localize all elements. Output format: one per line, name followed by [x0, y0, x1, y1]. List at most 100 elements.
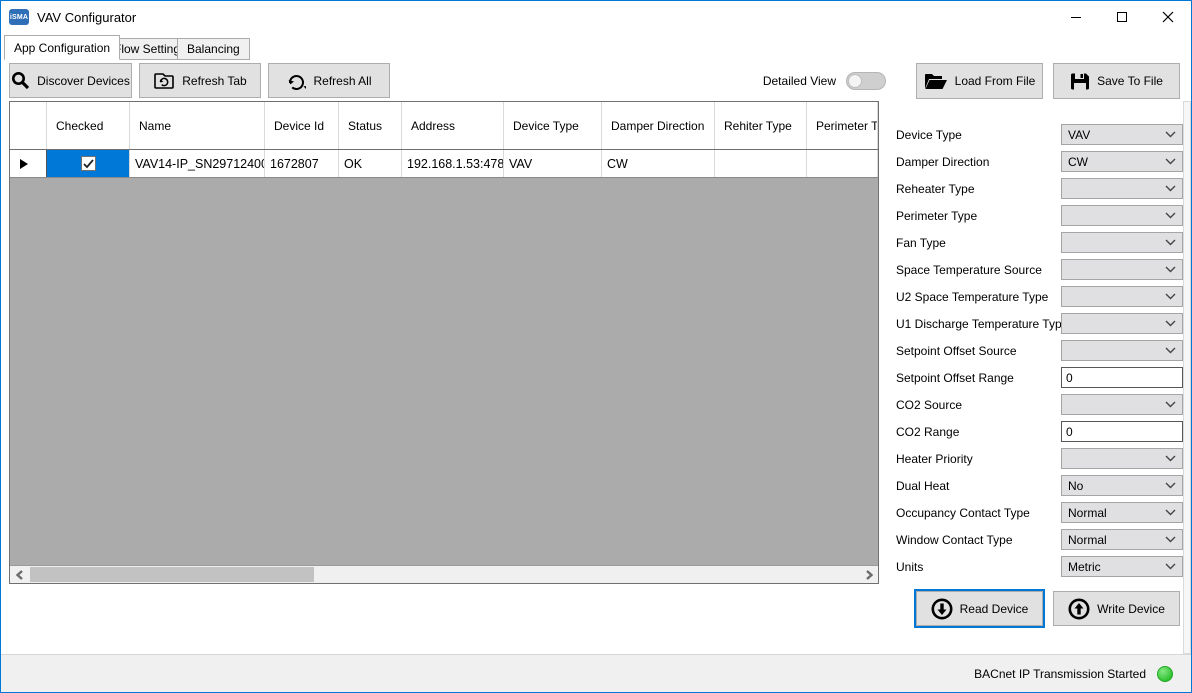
grid-header-checked[interactable]: Checked: [47, 102, 130, 149]
dropdown-value: Normal: [1068, 506, 1107, 520]
write-device-button[interactable]: Write Device: [1053, 591, 1180, 626]
chevron-down-icon: [1165, 266, 1176, 273]
form-row: Setpoint Offset Source: [888, 337, 1183, 364]
address-cell[interactable]: 192.168.1.53:47808: [402, 150, 504, 177]
units-dropdown[interactable]: Metric: [1061, 556, 1183, 577]
open-folder-icon: [924, 72, 948, 91]
chevron-down-icon: [1165, 347, 1176, 354]
field-label: U1 Discharge Temperature Type: [888, 317, 1061, 331]
chevron-down-icon: [1165, 455, 1176, 462]
load-from-file-button[interactable]: Load From File: [916, 63, 1043, 99]
chevron-down-icon: [1165, 482, 1176, 489]
perimeter-type-dropdown[interactable]: [1061, 205, 1183, 226]
damper-direction-dropdown[interactable]: CW: [1061, 151, 1183, 172]
field-label: Perimeter Type: [888, 209, 1061, 223]
grid-empty-area: [10, 178, 878, 565]
refresh-tab-button[interactable]: Refresh Tab: [139, 63, 261, 98]
occupancy-contact-type-dropdown[interactable]: Normal: [1061, 502, 1183, 523]
grid-header-name[interactable]: Name: [130, 102, 265, 149]
grid-header-address[interactable]: Address: [402, 102, 504, 149]
dropdown-value: VAV: [1068, 128, 1090, 142]
scrollbar-thumb[interactable]: [30, 567, 314, 582]
reheater-type-dropdown[interactable]: [1061, 178, 1183, 199]
dropdown-value: Metric: [1068, 560, 1101, 574]
minimize-icon: [1070, 11, 1082, 23]
download-circle-icon: [931, 598, 953, 620]
damper-direction-cell[interactable]: CW: [602, 150, 715, 177]
device-id-cell[interactable]: 1672807: [265, 150, 339, 177]
button-label: Load From File: [955, 74, 1036, 88]
grid-header-device-type[interactable]: Device Type: [504, 102, 602, 149]
panel-vertical-scrollbar[interactable]: [1183, 101, 1191, 654]
setpoint-offset-range-input[interactable]: [1061, 367, 1183, 388]
minimize-button[interactable]: [1053, 1, 1099, 33]
save-icon: [1070, 72, 1090, 91]
connection-status-indicator-icon: [1157, 666, 1173, 682]
field-label: CO2 Source: [888, 398, 1061, 412]
form-row: U2 Space Temperature Type: [888, 283, 1183, 310]
maximize-button[interactable]: [1099, 1, 1145, 33]
field-label: U2 Space Temperature Type: [888, 290, 1061, 304]
search-icon: [11, 71, 30, 90]
form-row: Window Contact Type Normal: [888, 526, 1183, 553]
name-cell[interactable]: VAV14-IP_SN2971240039: [130, 150, 265, 177]
chevron-down-icon: [1165, 536, 1176, 543]
save-to-file-button[interactable]: Save To File: [1053, 63, 1180, 99]
field-label: Occupancy Contact Type: [888, 506, 1061, 520]
tab-app-configuration[interactable]: App Configuration: [4, 35, 120, 60]
u2-space-temperature-type-dropdown[interactable]: [1061, 286, 1183, 307]
window-contact-type-dropdown[interactable]: Normal: [1061, 529, 1183, 550]
u1-discharge-temperature-type-dropdown[interactable]: [1061, 313, 1183, 334]
chevron-down-icon: [1165, 563, 1176, 570]
dropdown-value: Normal: [1068, 533, 1107, 547]
chevron-down-icon: [1165, 158, 1176, 165]
current-row-arrow-icon: [20, 159, 28, 169]
co2-range-input[interactable]: [1061, 421, 1183, 442]
row-checkbox[interactable]: [81, 156, 96, 171]
dual-heat-dropdown[interactable]: No: [1061, 475, 1183, 496]
checkmark-icon: [83, 159, 94, 169]
field-label: Dual Heat: [888, 479, 1061, 493]
refresh-all-icon: [286, 71, 306, 91]
device-type-cell[interactable]: VAV: [504, 150, 602, 177]
field-label: Setpoint Offset Range: [888, 371, 1061, 385]
chevron-down-icon: [1165, 401, 1176, 408]
checked-cell[interactable]: [47, 150, 130, 177]
close-button[interactable]: [1145, 1, 1191, 33]
row-selector-cell[interactable]: [10, 150, 47, 177]
setpoint-offset-source-dropdown[interactable]: [1061, 340, 1183, 361]
perimeter-type-cell[interactable]: [807, 150, 878, 177]
detailed-view-toggle[interactable]: [846, 72, 886, 90]
chevron-down-icon: [1165, 239, 1176, 246]
horizontal-scrollbar[interactable]: [10, 565, 878, 583]
tab-strip: App Configuration Flow Settings Balancin…: [1, 34, 1191, 60]
table-row[interactable]: VAV14-IP_SN2971240039 1672807 OK 192.168…: [10, 150, 878, 178]
tab-label: App Configuration: [14, 41, 110, 55]
device-type-dropdown[interactable]: VAV: [1061, 124, 1183, 145]
form-row: Reheater Type: [888, 175, 1183, 202]
heater-priority-dropdown[interactable]: [1061, 448, 1183, 469]
scroll-right-button[interactable]: [860, 566, 878, 583]
grid-header-damper-direction[interactable]: Damper Direction: [602, 102, 715, 149]
grid-header-perimeter-type[interactable]: Perimeter Type: [807, 102, 878, 149]
grid-header-device-id[interactable]: Device Id: [265, 102, 339, 149]
space-temperature-source-dropdown[interactable]: [1061, 259, 1183, 280]
button-label: Refresh All: [313, 74, 371, 88]
rehiter-type-cell[interactable]: [715, 150, 807, 177]
field-label: Setpoint Offset Source: [888, 344, 1061, 358]
status-cell[interactable]: OK: [339, 150, 402, 177]
fan-type-dropdown[interactable]: [1061, 232, 1183, 253]
tab-balancing[interactable]: Balancing: [177, 38, 250, 60]
grid-header-status[interactable]: Status: [339, 102, 402, 149]
button-label: Discover Devices: [37, 74, 130, 88]
scroll-left-button[interactable]: [10, 566, 28, 583]
title-bar: iSMA VAV Configurator: [1, 1, 1191, 33]
form-row: CO2 Source: [888, 391, 1183, 418]
discover-devices-button[interactable]: Discover Devices: [9, 63, 132, 98]
field-label: Fan Type: [888, 236, 1061, 250]
grid-header-rehiter-type[interactable]: Rehiter Type: [715, 102, 807, 149]
co2-source-dropdown[interactable]: [1061, 394, 1183, 415]
read-device-button[interactable]: Read Device: [916, 591, 1043, 626]
field-label: CO2 Range: [888, 425, 1061, 439]
refresh-all-button[interactable]: Refresh All: [268, 63, 390, 98]
